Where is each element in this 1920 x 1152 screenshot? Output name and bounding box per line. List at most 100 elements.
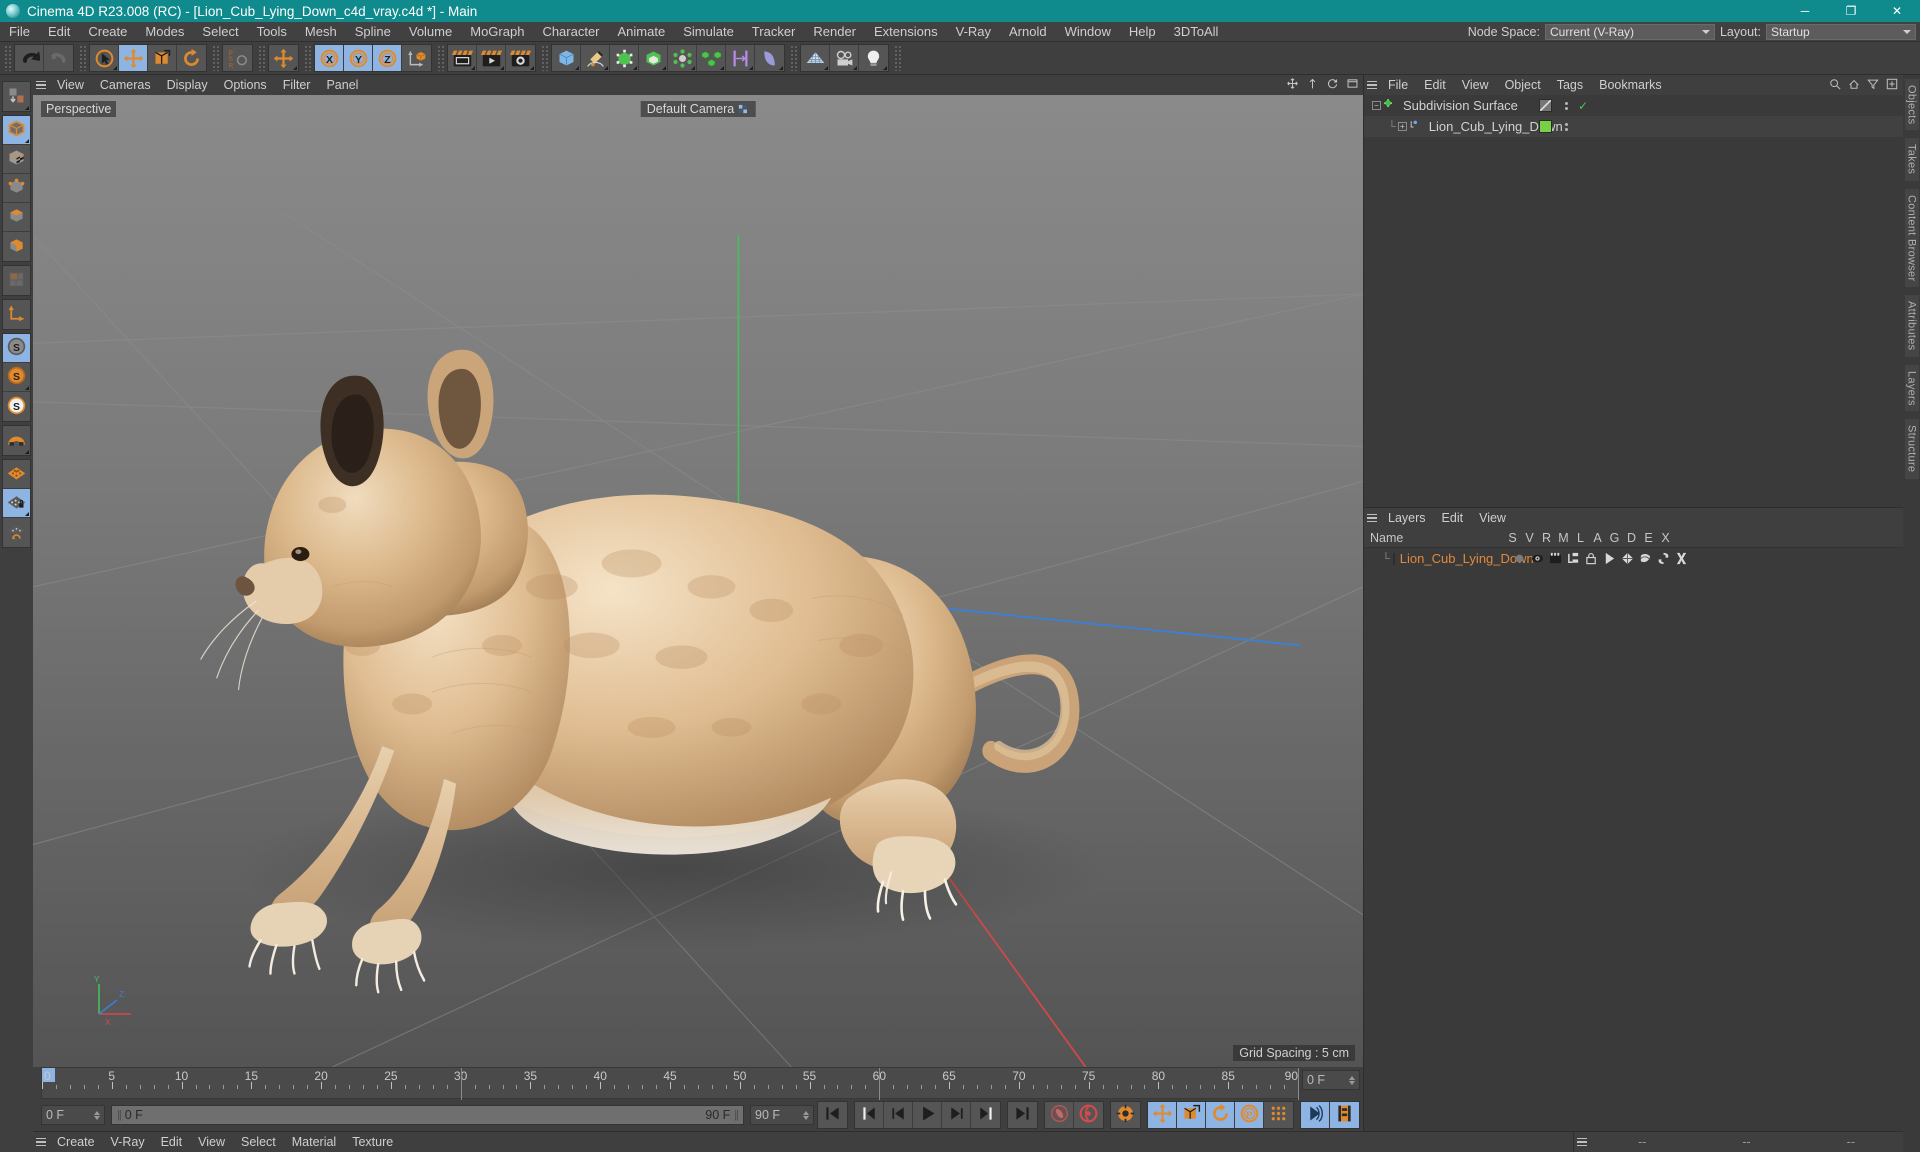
end-frame-input[interactable]: 90 F (750, 1105, 814, 1125)
add-spline-button[interactable] (581, 45, 610, 71)
menu-item-create[interactable]: Create (79, 22, 136, 42)
add-simulation-button[interactable] (755, 45, 784, 71)
go-to-previous-key-button[interactable] (855, 1102, 884, 1128)
preview-range-bar[interactable]: || 0 F 90 F || (111, 1105, 744, 1125)
menu-item-mesh[interactable]: Mesh (296, 22, 346, 42)
add-light-button[interactable] (859, 45, 888, 71)
z-axis-button[interactable]: Z (373, 45, 402, 71)
uv-mode-button[interactable] (3, 266, 30, 295)
dock-tab-content-browser[interactable]: Content Browser (1904, 188, 1919, 288)
layer-menu-edit[interactable]: Edit (1434, 508, 1472, 528)
axis-modify-button[interactable] (3, 300, 30, 329)
dropdown-corner-icon[interactable] (853, 66, 857, 70)
add-field-button[interactable] (726, 45, 755, 71)
motion-blend-button[interactable] (1301, 1102, 1330, 1128)
snap-button[interactable] (3, 426, 30, 455)
solo-dot-icon[interactable] (1512, 552, 1526, 565)
menu-item-v-ray[interactable]: V-Ray (947, 22, 1000, 42)
lock-icon[interactable] (1584, 552, 1598, 565)
object-row[interactable]: └ + Lion_Cub_Lying_Down (1364, 116, 1903, 137)
psr-label-button[interactable]: PSR (223, 45, 252, 71)
layer-menu-layers[interactable]: Layers (1380, 508, 1434, 528)
dropdown-corner-icon[interactable] (25, 450, 29, 454)
add-camera-button[interactable] (830, 45, 859, 71)
material-menu-v-ray[interactable]: V-Ray (103, 1132, 153, 1152)
render-view-button[interactable] (448, 45, 477, 71)
expand-toggle[interactable]: + (1397, 122, 1407, 131)
range-start-handle-icon[interactable]: || (117, 1109, 122, 1121)
maximize-button[interactable]: ❐ (1828, 0, 1874, 22)
dropdown-corner-icon[interactable] (633, 66, 637, 70)
object-menu-object[interactable]: Object (1497, 75, 1549, 95)
dock-tab-structure[interactable]: Structure (1904, 419, 1919, 479)
step-back-button[interactable] (884, 1102, 913, 1128)
menu-item-help[interactable]: Help (1120, 22, 1165, 42)
menu-item-3dtoall[interactable]: 3DToAll (1165, 22, 1228, 42)
add-mograph-button[interactable] (697, 45, 726, 71)
menu-item-file[interactable]: File (0, 22, 39, 42)
object-menu-view[interactable]: View (1454, 75, 1497, 95)
undo-button[interactable] (15, 45, 44, 71)
pan-view-icon[interactable] (1286, 77, 1299, 93)
menu-item-render[interactable]: Render (804, 22, 865, 42)
menu-item-modes[interactable]: Modes (136, 22, 193, 42)
dropdown-corner-icon[interactable] (575, 66, 579, 70)
scale-key-button[interactable] (1177, 1102, 1206, 1128)
rotation-key-button[interactable] (1206, 1102, 1235, 1128)
menu-item-extensions[interactable]: Extensions (865, 22, 947, 42)
viewport-menu-filter[interactable]: Filter (275, 75, 319, 95)
edges-mode-button[interactable] (3, 203, 30, 232)
go-to-next-key-button[interactable] (971, 1102, 1000, 1128)
enable-axis-button[interactable]: S (3, 334, 30, 363)
model-mode-button[interactable] (3, 116, 30, 145)
range-end-handle-icon[interactable]: || (734, 1109, 739, 1121)
dock-tab-takes[interactable]: Takes (1904, 138, 1919, 181)
dropdown-corner-icon[interactable] (113, 66, 117, 70)
parameter-key-button[interactable]: P (1235, 1102, 1264, 1128)
move-view-icon[interactable] (1306, 77, 1319, 93)
scale-tool-button[interactable] (148, 45, 177, 71)
expand-toggle[interactable]: − (1372, 101, 1381, 110)
material-menu-material[interactable]: Material (284, 1132, 344, 1152)
menu-item-select[interactable]: Select (193, 22, 247, 42)
x-axis-button[interactable]: X (315, 45, 344, 71)
points-mode-button[interactable] (3, 174, 30, 203)
layer-menu-view[interactable]: View (1471, 508, 1514, 528)
add-generator-button[interactable] (610, 45, 639, 71)
viewport-menu-options[interactable]: Options (216, 75, 275, 95)
minimize-button[interactable]: ─ (1782, 0, 1828, 22)
layer-rows[interactable]: └ Lion_Cub_Lying_Down (1364, 548, 1903, 569)
menu-item-mograph[interactable]: MoGraph (461, 22, 533, 42)
viewport-menu-display[interactable]: Display (159, 75, 216, 95)
viewport-menu-cameras[interactable]: Cameras (92, 75, 159, 95)
autokeying-button[interactable] (1074, 1102, 1103, 1128)
workplane-grid-button[interactable] (3, 460, 30, 489)
material-manager-hamburger-icon[interactable] (33, 1132, 49, 1152)
3d-viewport[interactable]: Perspective Default Camera Grid Spacing … (33, 95, 1363, 1067)
dropdown-corner-icon[interactable] (662, 66, 666, 70)
dock-tab-objects[interactable]: Objects (1904, 79, 1919, 131)
rotate-view-icon[interactable] (1326, 77, 1339, 93)
dropdown-corner-icon[interactable] (691, 66, 695, 70)
dropdown-corner-icon[interactable] (824, 66, 828, 70)
material-menu-create[interactable]: Create (49, 1132, 103, 1152)
material-menu-select[interactable]: Select (233, 1132, 284, 1152)
menu-item-volume[interactable]: Volume (400, 22, 461, 42)
dropdown-corner-icon[interactable] (25, 106, 29, 110)
spinner-icon[interactable] (94, 1110, 100, 1120)
spinner-icon[interactable] (1349, 1075, 1355, 1085)
lock-workplane-button[interactable]: S (3, 392, 30, 421)
dropdown-corner-icon[interactable] (500, 66, 504, 70)
eye-icon[interactable] (1530, 552, 1544, 565)
menu-item-simulate[interactable]: Simulate (674, 22, 743, 42)
manager-icon[interactable] (1566, 552, 1580, 565)
viewport-menu-view[interactable]: View (49, 75, 92, 95)
viewport-menu-hamburger-icon[interactable] (33, 75, 49, 95)
object-visibility-dots[interactable] (1565, 101, 1568, 110)
step-forward-button[interactable] (942, 1102, 971, 1128)
world-coordinate-button[interactable] (269, 45, 298, 71)
xpresso-icon[interactable] (1674, 552, 1688, 565)
menu-item-tracker[interactable]: Tracker (743, 22, 805, 42)
menu-item-arnold[interactable]: Arnold (1000, 22, 1056, 42)
object-enabled-check[interactable]: ✓ (1578, 99, 1588, 113)
